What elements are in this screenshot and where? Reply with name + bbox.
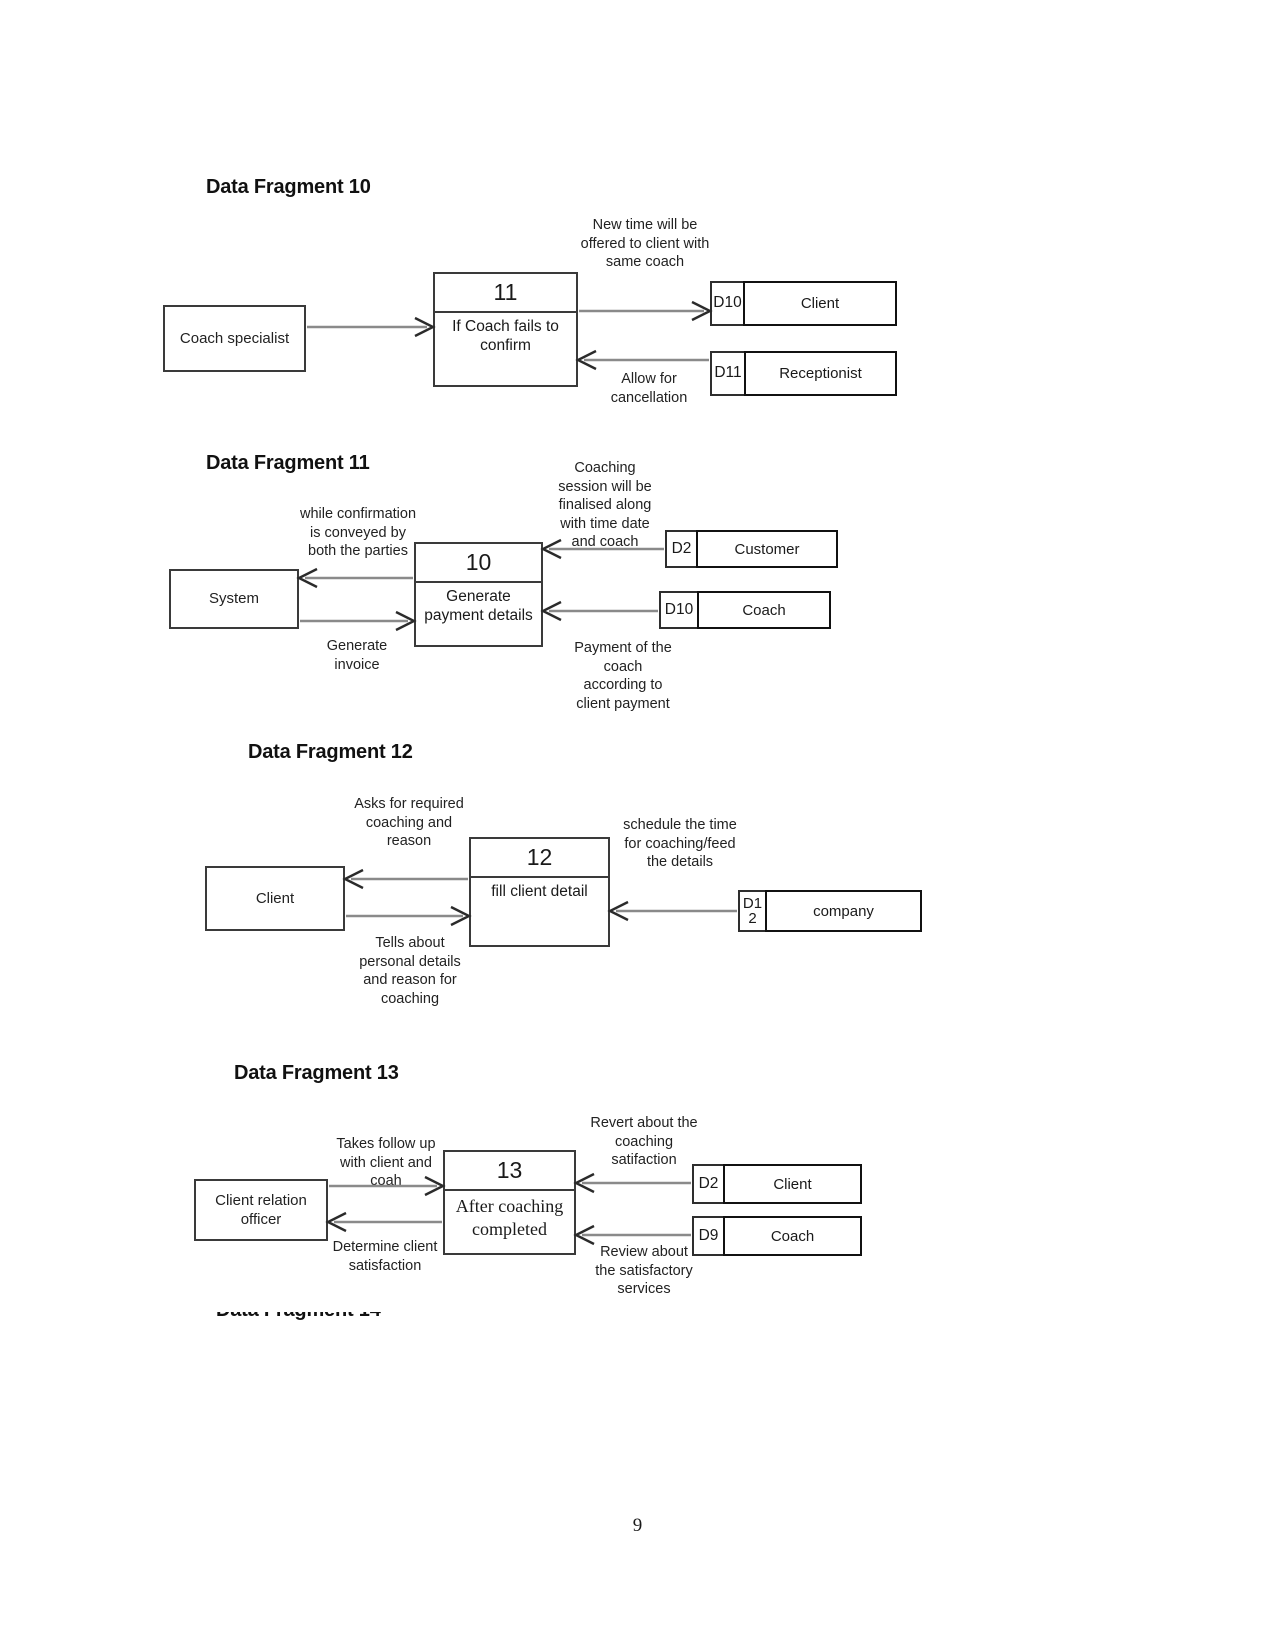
page-number: 9 — [632, 1515, 643, 1536]
fragment-13-arrows — [325, 1172, 691, 1246]
truncated-fragment-14-heading: Data Fragment 14 — [200, 1312, 460, 1326]
document-page: Data Fragment 10 New time will be offere… — [0, 0, 1275, 1651]
